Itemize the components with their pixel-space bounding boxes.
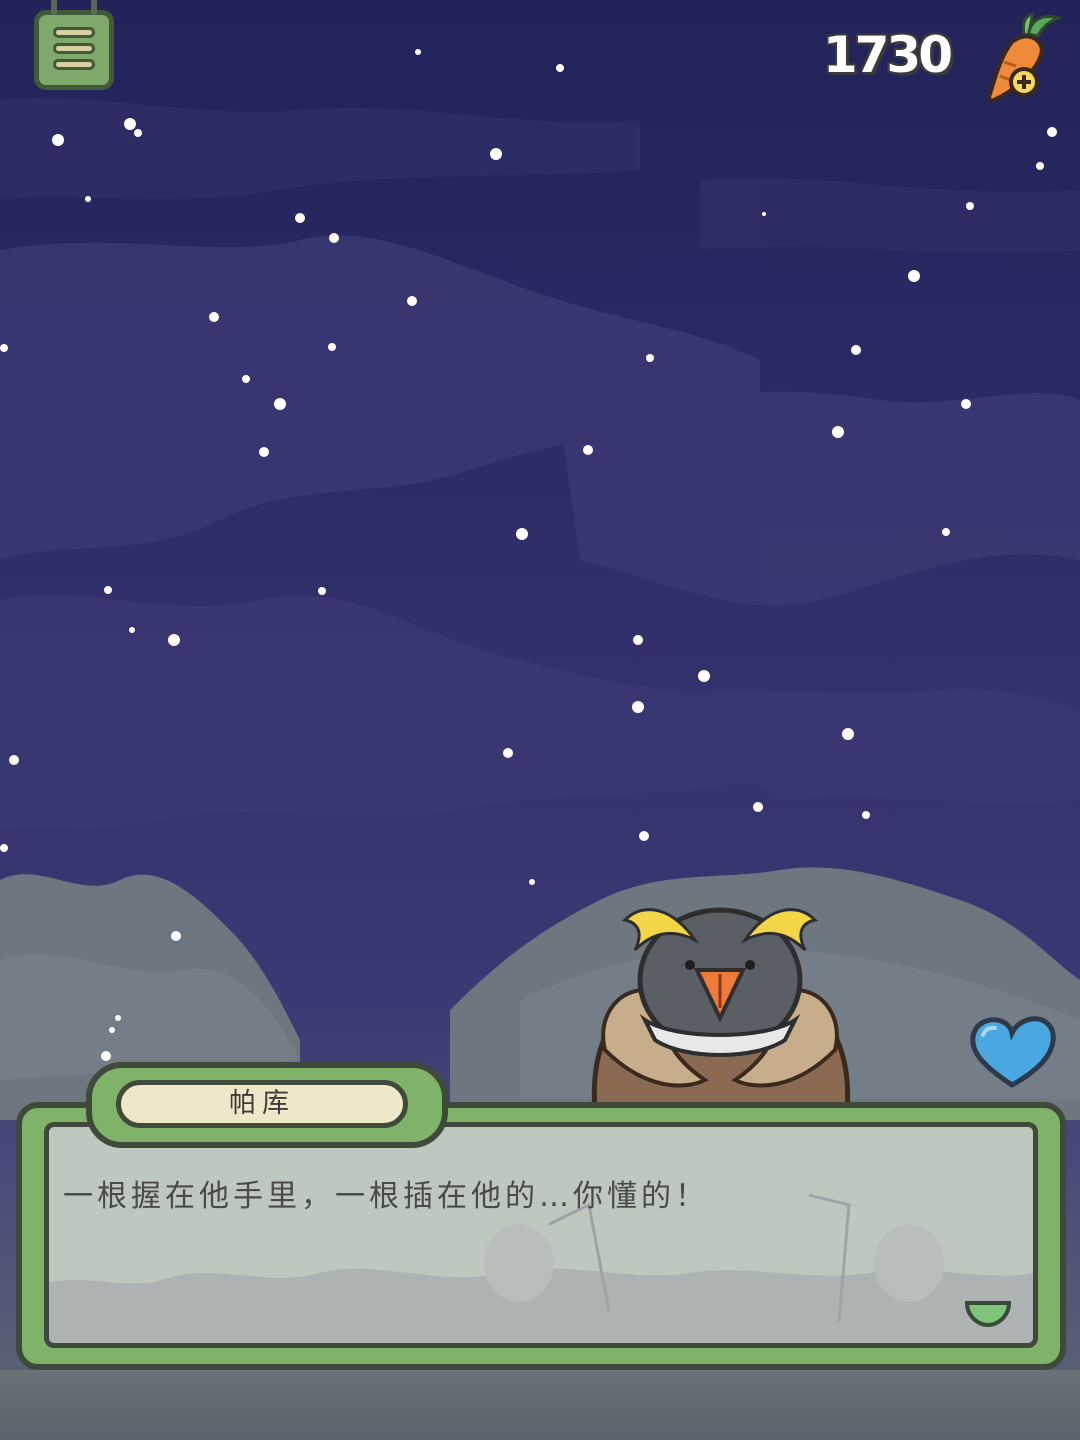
speaker-name: 帕库 [116,1080,408,1128]
snowflake [295,213,305,223]
snowflake [556,64,564,72]
snowflake [516,528,528,540]
snowflake [124,118,136,130]
snowflake [129,627,135,633]
menu-icon [53,27,95,75]
heart-icon[interactable] [965,1015,1060,1090]
snowflake [101,1051,111,1061]
next-arrow-icon[interactable] [963,1297,1013,1329]
snowflake [104,586,112,594]
snowflake [318,587,326,595]
menu-button[interactable] [34,0,114,90]
snowflake [9,755,19,765]
snowflake [328,343,336,351]
snowflake [52,134,64,146]
snowflake [259,447,269,457]
snowflake [242,375,250,383]
hanger-hook-right [91,0,97,15]
dialog-panel: 一根握在他手里，一根插在他的…你懂的！ [44,1122,1038,1348]
snowflake [490,148,502,160]
carrot-plus-icon[interactable] [982,12,1062,107]
penguin-character[interactable] [585,890,855,1110]
snowflake [832,426,844,438]
snowflake [407,296,417,306]
snowflake [966,202,974,210]
snowflake [961,399,971,409]
snowflake [209,312,219,322]
carrot-count: 1730 [822,26,953,84]
speaker-tab: 帕库 [86,1062,448,1148]
snowflake [762,212,766,216]
snowflake [168,634,180,646]
snowflake [0,344,8,352]
game-scene[interactable]: 1730 一根握在他手里，一根插在他的…你懂的！ 帕库 [0,0,1080,1440]
snowflake [639,831,649,841]
snowflake [85,196,91,202]
snowflake [329,233,339,243]
snowflake [0,844,8,852]
dialog-text: 一根握在他手里，一根插在他的…你懂的！ [63,1179,709,1214]
snowflake [415,49,421,55]
snowflake [1036,162,1044,170]
snowflake [529,879,535,885]
snowflake [1047,127,1057,137]
dialog-scenery [49,1193,1033,1343]
hanger-hook-left [51,0,57,15]
ground [0,1370,1080,1440]
snowflake [134,129,142,137]
snowflake [632,701,644,713]
snowflake [851,345,861,355]
snowflake [115,1015,121,1021]
snowflake [646,354,654,362]
snowflake [633,635,643,645]
snowflake [171,931,181,941]
snowflake [274,398,286,410]
snowflake [753,802,763,812]
snowflake [842,728,854,740]
snowflake [503,748,513,758]
snowflake [862,811,870,819]
snowflake [942,528,950,536]
snowflake [908,270,920,282]
snowflake [583,445,593,455]
snowflake [698,670,710,682]
snowflake [109,1027,115,1033]
